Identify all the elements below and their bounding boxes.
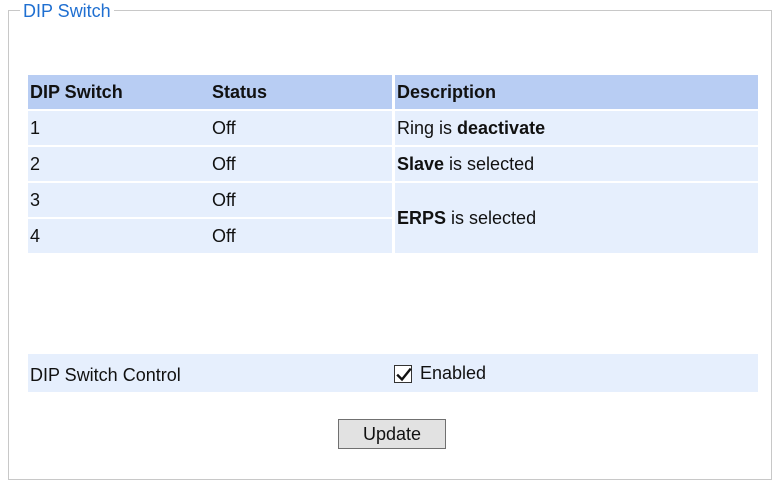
dip-switch-control-label: DIP Switch Control [30, 365, 181, 385]
desc-suffix: is selected [446, 207, 537, 228]
cell-description-merged: ERPS is selected [392, 183, 758, 253]
enabled-checkbox[interactable] [394, 364, 412, 383]
cell-switch: 1 [28, 111, 210, 145]
table-row: 1 Off Ring is deactivate [28, 111, 758, 145]
header-dip-switch: DIP Switch [28, 75, 210, 109]
cell-switch: 4 [28, 219, 210, 253]
cell-switch: 2 [28, 147, 210, 181]
dip-switch-control-row: DIP Switch Control Enabled [28, 354, 758, 392]
desc-suffix: is selected [444, 153, 535, 174]
table-header-row: DIP Switch Status Description [28, 75, 758, 109]
desc-bold: ERPS [397, 207, 447, 228]
cell-status: Off [210, 183, 392, 217]
enabled-label: Enabled [420, 363, 487, 383]
desc-bold: Slave [397, 153, 445, 174]
header-description: Description [392, 75, 758, 109]
dip-switch-table: DIP Switch Status Description 1 Off Ring… [28, 73, 758, 255]
enabled-checkbox-group[interactable]: Enabled [394, 363, 486, 384]
header-status: Status [210, 75, 392, 109]
panel-legend: DIP Switch [20, 2, 114, 20]
cell-description: Ring is deactivate [392, 111, 758, 145]
desc-prefix: Ring is [397, 117, 458, 138]
checkmark-icon [396, 367, 412, 381]
table-row: 3 Off ERPS is selected [28, 183, 758, 253]
cell-description: Slave is selected [392, 147, 758, 181]
update-button[interactable]: Update [338, 419, 446, 449]
cell-status: Off [210, 111, 392, 145]
table-row: 2 Off Slave is selected [28, 147, 758, 181]
cell-status: Off [210, 147, 392, 181]
desc-bold: deactivate [457, 117, 546, 138]
cell-switch: 3 [28, 183, 210, 217]
cell-status: Off [210, 219, 392, 253]
